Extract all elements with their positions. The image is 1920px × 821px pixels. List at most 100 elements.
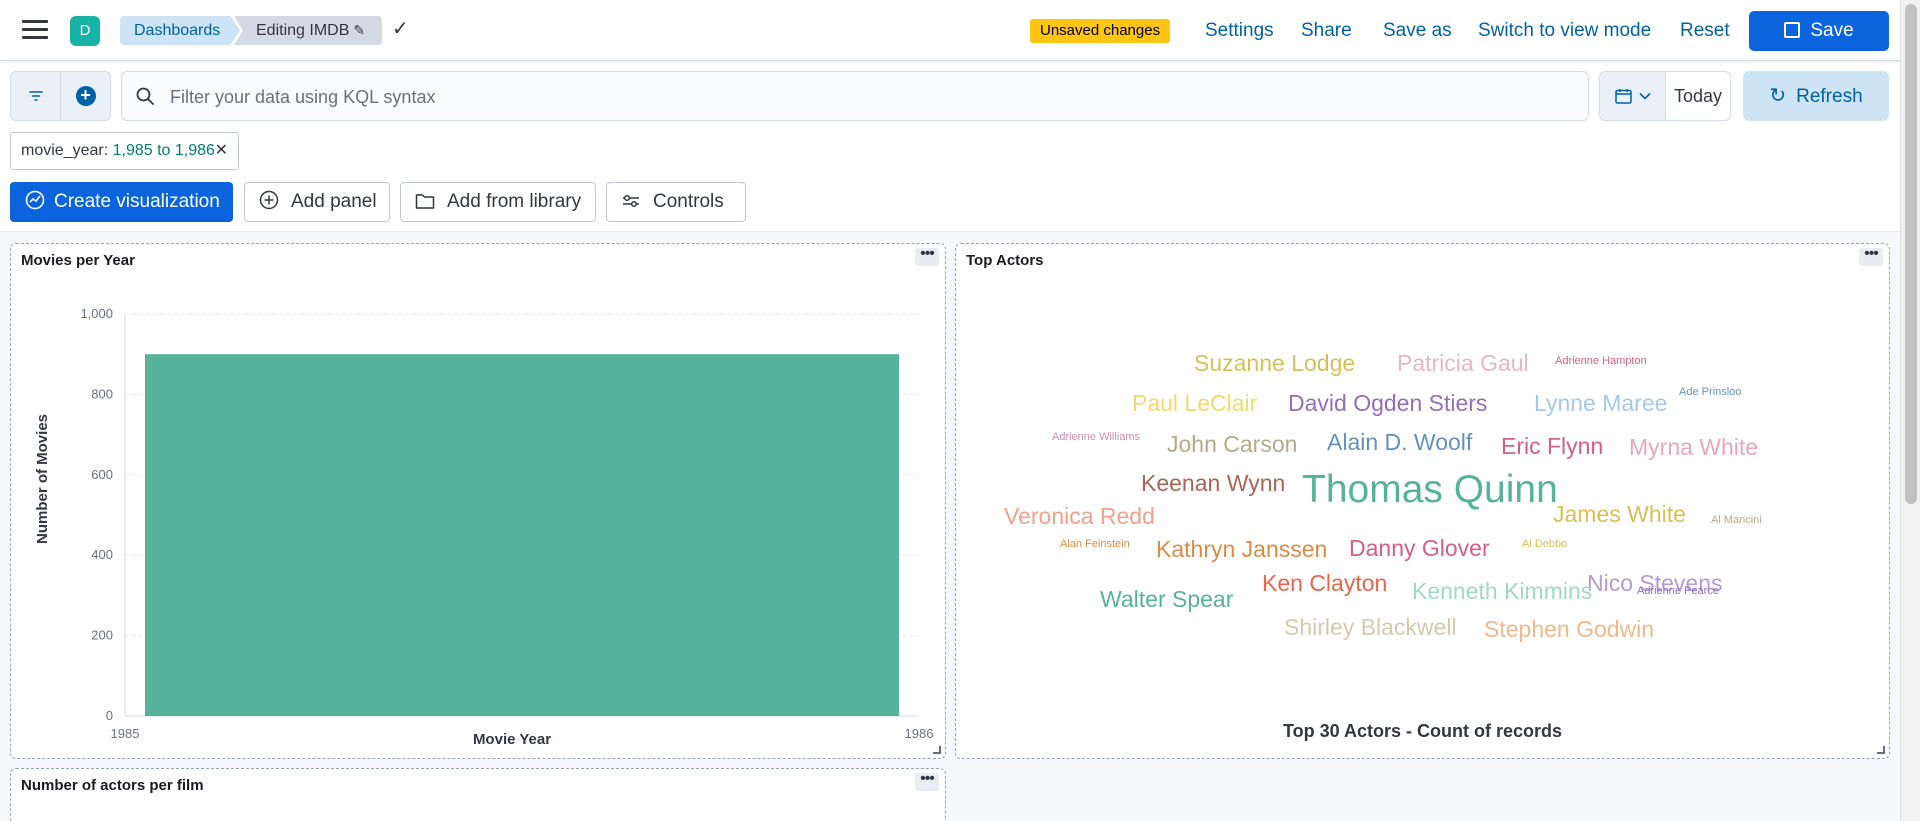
page-scrollbar[interactable] [1900,0,1920,821]
word-cloud-term[interactable]: Keenan Wynn [1141,470,1285,497]
word-cloud-caption: Top 30 Actors - Count of records [1282,721,1563,741]
panel-top-actors[interactable]: Top Actors ••• Suzanne Lodge Patricia Gau… [955,243,1890,759]
panel-actors-per-film[interactable]: Number of actors per film ••• [10,768,946,821]
y-tick-label: 1,000 [80,306,113,321]
search-icon [136,87,154,105]
check-icon[interactable]: ✓ [392,16,409,41]
word-cloud-term[interactable]: Stephen Godwin [1484,616,1654,643]
filter-options-button[interactable] [11,72,60,120]
add-filter-button[interactable]: + [60,72,110,120]
kql-search-bar [121,71,1589,121]
word-cloud-term[interactable]: Ade Prinsloo [1679,386,1741,398]
filter-pill-movie-year[interactable]: movie_year: 1,985 to 1,986 ✕ [10,132,239,170]
refresh-label: Refresh [1796,86,1863,107]
controls-label: Controls [653,191,724,212]
controls-icon [621,183,641,221]
word-cloud-term[interactable]: Kathryn Janssen [1156,536,1327,563]
word-cloud-term[interactable]: Adrienne Pearce [1637,585,1719,597]
resize-handle[interactable] [1877,746,1885,754]
bar[interactable] [145,354,899,716]
x-tick-label: 1986 [905,726,934,741]
actors-word-cloud: Suzanne Lodge Patricia Gaul Adrienne Hampt… [956,244,1889,758]
x-axis-label: Movie Year [473,731,551,748]
panel-title: Movies per Year [21,252,135,269]
word-cloud-term[interactable]: Adrienne Williams [1052,431,1140,443]
word-cloud-term[interactable]: Ken Clayton [1262,570,1387,597]
word-cloud-term[interactable]: Thomas Quinn [1302,468,1558,512]
refresh-icon: ↻ [1769,85,1787,107]
calendar-icon [1614,89,1632,104]
word-cloud-term[interactable]: Adrienne Hampton [1555,355,1647,367]
remove-filter-icon[interactable]: ✕ [215,133,228,169]
add-from-library-label: Add from library [447,191,582,212]
word-cloud-term[interactable]: Walter Spear [1100,586,1233,613]
word-cloud-term[interactable]: Alan Feinstein [1060,538,1130,550]
menu-icon[interactable] [22,20,48,40]
word-cloud-term[interactable]: James White [1553,501,1686,528]
word-cloud-term[interactable]: Danny Glover [1349,535,1490,562]
word-cloud-term[interactable]: John Carson [1167,431,1297,458]
y-axis-label: Number of Movies [34,414,51,544]
folder-icon [415,183,435,221]
y-tick-label: 400 [91,547,113,562]
top-header: D Dashboards Editing IMDB ✎ ✓ Unsaved cha… [0,0,1900,61]
breadcrumb-dashboards[interactable]: Dashboards [120,16,240,45]
refresh-button[interactable]: ↻ Refresh [1743,71,1889,121]
resize-handle[interactable] [933,746,941,754]
dashboard-grid: Movies per Year ••• 0 200 400 600 800 1,000 1… [0,231,1900,821]
share-link[interactable]: Share [1301,20,1352,42]
space-avatar[interactable]: D [70,16,100,46]
y-tick-label: 800 [91,386,113,401]
switch-to-view-mode-link[interactable]: Switch to view mode [1478,20,1651,42]
word-cloud-term[interactable]: David Ogden Stiers [1288,390,1487,417]
settings-link[interactable]: Settings [1205,20,1274,42]
panel-options-icon[interactable]: ••• [915,771,939,791]
create-visualization-button[interactable]: Create visualization [10,182,233,222]
word-cloud-term[interactable]: Kenneth Kimmins [1412,578,1592,605]
filter-button-group: + [10,71,111,121]
add-panel-label: Add panel [291,191,377,212]
add-from-library-button[interactable]: Add from library [400,182,596,222]
y-tick-label: 0 [106,708,113,723]
word-cloud-term[interactable]: Lynne Maree [1534,390,1667,417]
breadcrumb-current-label: Editing IMDB [256,22,350,39]
pencil-icon: ✎ [353,22,366,38]
word-cloud-term[interactable]: Paul LeClair [1132,390,1257,417]
word-cloud-term[interactable]: Eric Flynn [1501,433,1603,460]
date-range-today[interactable]: Today [1666,72,1730,120]
word-cloud-term[interactable]: Shirley Blackwell [1284,614,1457,641]
panel-movies-per-year[interactable]: Movies per Year ••• 0 200 400 600 800 1,000 1… [10,243,946,759]
filter-icon [28,91,43,101]
word-cloud-term[interactable]: Veronica Redd [1004,503,1155,530]
word-cloud-term[interactable]: Patricia Gaul [1397,350,1529,377]
word-cloud-term[interactable]: Al Debbo [1522,538,1567,550]
filter-pill-value: 1,985 to 1,986 [112,142,215,159]
kql-search-input[interactable] [170,84,1570,110]
plus-in-circle-icon [259,183,279,221]
word-cloud-term[interactable]: Myrna White [1629,434,1758,461]
controls-button[interactable]: Controls [606,182,746,222]
word-cloud-term[interactable]: Alain D. Woolf [1327,429,1472,456]
date-picker: Today [1599,71,1731,121]
scrollbar-thumb[interactable] [1905,4,1917,504]
panel-title: Number of actors per film [21,777,204,794]
save-icon [1784,22,1801,38]
visualize-icon [25,183,45,221]
filter-pill-field: movie_year: [21,142,113,159]
panel-options-icon[interactable]: ••• [915,246,939,266]
calendar-dropdown-button[interactable] [1600,72,1666,120]
save-label: Save [1810,20,1854,41]
word-cloud-term[interactable]: Al Mancini [1711,514,1762,526]
plus-circle-icon: + [75,86,96,106]
reset-link[interactable]: Reset [1680,20,1730,42]
breadcrumb-current[interactable]: Editing IMDB ✎ [234,16,382,45]
x-tick-label: 1985 [111,726,140,741]
word-cloud-term[interactable]: Suzanne Lodge [1194,350,1355,377]
unsaved-changes-badge: Unsaved changes [1030,19,1171,43]
y-tick-label: 600 [91,467,113,482]
save-button[interactable]: Save [1749,11,1889,51]
create-visualization-label: Create visualization [54,191,220,212]
add-panel-button[interactable]: Add panel [244,182,390,222]
chevron-down-icon [1638,92,1651,100]
save-as-link[interactable]: Save as [1383,20,1452,42]
